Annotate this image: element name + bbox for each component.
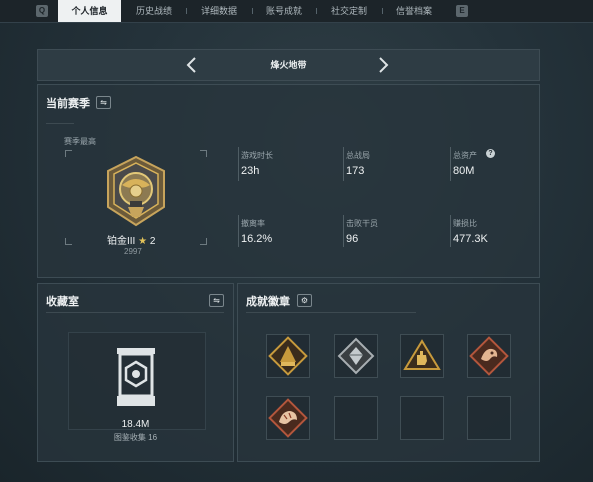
divider xyxy=(246,312,416,313)
rank-score: 2997 xyxy=(124,247,142,256)
help-icon[interactable]: ? xyxy=(486,149,495,158)
badge-slot-8-empty[interactable] xyxy=(467,396,511,440)
stat-divider xyxy=(450,147,451,181)
stat-divider xyxy=(343,215,344,247)
stat-label-profit-ratio: 赚损比 xyxy=(453,219,477,228)
stat-divider xyxy=(450,215,451,247)
frame-corner xyxy=(200,238,207,245)
platinum-rank-emblem-icon xyxy=(107,155,165,227)
frame-corner xyxy=(65,150,72,157)
stat-value-extraction-rate: 16.2% xyxy=(241,233,273,245)
beast-badge-icon xyxy=(469,336,509,376)
tab-match-history[interactable]: 历史战绩 xyxy=(123,0,185,22)
rank-name-text: 铂金III xyxy=(107,236,136,247)
badge-slot-1[interactable] xyxy=(266,334,310,378)
badge-slot-7-empty[interactable] xyxy=(400,396,444,440)
badge-slot-6-empty[interactable] xyxy=(334,396,378,440)
display-case-icon xyxy=(117,348,155,406)
stat-value-profit-ratio: 477.3K xyxy=(453,233,488,245)
achievements-title: 成就徽章 xyxy=(246,296,290,308)
frame-corner xyxy=(65,238,72,245)
current-season-panel: 当前赛季 ⇋ 赛季最高 铂金III ★ 2 2997 游戏时长 23h 总战局 … xyxy=(37,84,540,278)
stat-label-total-assets: 总资产 xyxy=(453,151,477,160)
collection-count: 图鉴收集 16 xyxy=(38,432,233,443)
current-season-title: 当前赛季 xyxy=(46,98,90,110)
hand-badge-icon xyxy=(403,339,441,370)
stat-divider xyxy=(343,147,344,181)
collection-swap-button[interactable]: ⇋ xyxy=(209,294,224,307)
season-title: 烽火地带 xyxy=(270,60,307,70)
collection-count-value: 16 xyxy=(148,433,158,442)
collection-panel[interactable]: 收藏室 ⇋ 18.4M 图鉴收集 16 xyxy=(37,283,234,462)
stat-value-total-matches: 173 xyxy=(346,165,365,177)
stat-divider xyxy=(238,215,239,247)
collection-count-label: 图鉴收集 xyxy=(113,433,146,442)
collection-value: 18.4M xyxy=(121,419,150,430)
badge-slot-5[interactable] xyxy=(266,396,310,440)
swap-mode-button[interactable]: ⇋ xyxy=(96,96,111,109)
rank-star-icon: ★ xyxy=(138,236,148,247)
achievements-panel: 成就徽章 ⚙ xyxy=(237,283,540,462)
tab-credit-file[interactable]: 信誉档案 xyxy=(383,0,445,22)
chevron-right-icon[interactable] xyxy=(374,56,392,74)
next-tab-key-icon[interactable]: E xyxy=(456,5,468,17)
tab-social-customize[interactable]: 社交定制 xyxy=(317,0,381,22)
stat-label-operators-killed: 击败干员 xyxy=(346,219,378,228)
tab-detailed-data[interactable]: 详细数据 xyxy=(187,0,251,22)
season-highest-label: 赛季最高 xyxy=(64,137,96,146)
tab-personal-info[interactable]: 个人信息 xyxy=(58,0,121,22)
stat-label-total-matches: 总战局 xyxy=(346,151,370,160)
badge-slot-4[interactable] xyxy=(467,334,511,378)
tiger-badge-icon xyxy=(268,398,308,438)
stat-value-playtime: 23h xyxy=(241,165,260,177)
season-selector: 烽火地带 xyxy=(37,49,540,81)
achievements-settings-button[interactable]: ⚙ xyxy=(297,294,312,307)
stat-label-playtime: 游戏时长 xyxy=(241,151,273,160)
badge-slot-2[interactable] xyxy=(334,334,378,378)
divider xyxy=(46,312,224,313)
badge-slot-3[interactable] xyxy=(400,334,444,378)
prev-tab-key-icon[interactable]: Q xyxy=(36,5,48,17)
stat-label-extraction-rate: 撤离率 xyxy=(241,219,265,228)
rank-name: 铂金III ★ 2 xyxy=(107,232,155,247)
frame-corner xyxy=(200,150,207,157)
divider xyxy=(46,123,74,124)
collection-title: 收藏室 xyxy=(46,296,79,308)
stat-value-total-assets: 80M xyxy=(453,165,475,177)
rank-stars-count: 2 xyxy=(149,236,156,247)
crystal-badge-icon xyxy=(337,337,375,375)
stat-value-operators-killed: 96 xyxy=(346,233,359,245)
stat-divider xyxy=(238,147,239,181)
top-tab-bar: Q 个人信息 历史战绩 详细数据 账号成就 社交定制 信誉档案 E xyxy=(0,0,593,23)
pyramid-badge-icon xyxy=(268,336,308,376)
tab-account-achievements[interactable]: 账号成就 xyxy=(253,0,315,22)
